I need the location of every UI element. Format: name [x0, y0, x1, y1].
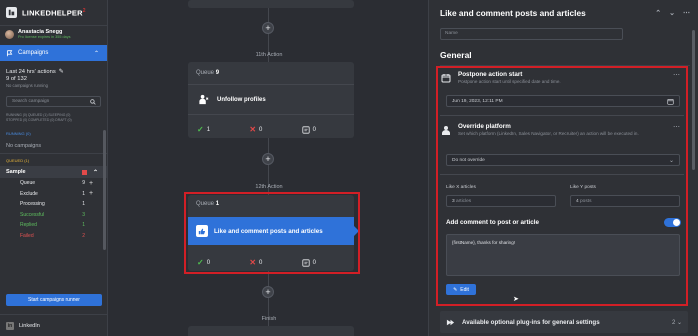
success-count[interactable]: ✓ 1: [197, 125, 249, 134]
action-title-row: Unfollow profiles: [188, 92, 354, 107]
action-result-counts: ✓ 1 ✕ 0 0: [188, 125, 354, 134]
chevron-up-icon[interactable]: ⌃: [93, 169, 98, 176]
add-action-button[interactable]: +: [262, 286, 274, 298]
plugins-label: Available optional plug-ins for general …: [462, 318, 600, 326]
start-campaigns-button[interactable]: Start campaigns runner: [6, 294, 102, 306]
search-placeholder: Search campaign: [12, 99, 50, 104]
list-item-successful[interactable]: Successful 3: [20, 210, 107, 221]
running-section-label: RUNNING (0): [6, 131, 31, 136]
linkedin-icon: in: [6, 321, 14, 330]
action-12-label: 12th Action: [255, 184, 283, 190]
chevron-up-icon[interactable]: ⌃: [655, 9, 661, 17]
logo-icon: [6, 7, 17, 18]
highlight-frame: [184, 192, 360, 274]
nav-campaigns[interactable]: Campaigns ⌃: [0, 45, 107, 61]
flag-icon: [6, 49, 13, 56]
highlight-frame: [436, 66, 688, 306]
sidebar: LINKEDHELPER2 Anastacia Snegg Pro licens…: [0, 0, 108, 336]
campaign-stage-list: Queue 9 + Exclude 1 + Processing 1 Successful…: [0, 178, 107, 241]
list-item-failed[interactable]: Failed 2: [20, 231, 107, 242]
more-icon[interactable]: ⋯: [683, 9, 690, 17]
queued-section-label: QUEUED (1): [6, 158, 30, 163]
plugins-accordion[interactable]: Available optional plug-ins for general …: [440, 311, 688, 333]
stats-count: 9 of 132: [6, 76, 27, 82]
list-item-processing[interactable]: Processing 1: [20, 199, 107, 210]
chevron-down-icon[interactable]: ⌄: [669, 9, 675, 17]
avatar: [5, 29, 14, 39]
edit-icon[interactable]: ✎: [59, 68, 64, 75]
reply-icon: [302, 125, 310, 134]
previous-action-card[interactable]: [188, 0, 354, 8]
panel-scrollbar[interactable]: [692, 30, 695, 170]
linkedin-label: LinkedIn: [19, 322, 40, 329]
stats-block: Last 24 hrs' actions ✎ 9 of 132 No campai…: [0, 61, 107, 89]
nav-campaigns-label: Campaigns: [18, 50, 49, 56]
action-card-unfollow[interactable]: Queue 9 Unfollow profiles ✓ 1 ✕ 0 0: [188, 62, 354, 138]
finish-label: Finish: [261, 316, 277, 322]
app-name: LINKEDHELPER2: [22, 7, 86, 18]
license-note: Pro license expires in 355 days: [18, 34, 71, 39]
add-icon[interactable]: +: [89, 180, 93, 187]
check-icon: ✓: [197, 125, 204, 134]
campaign-header[interactable]: Sample ⌃: [0, 166, 107, 178]
list-item-exclude[interactable]: Exclude 1 +: [20, 189, 107, 200]
no-campaigns-text: No campaigns: [0, 136, 107, 154]
list-item-replied[interactable]: Replied 1: [20, 220, 107, 231]
add-action-button[interactable]: +: [262, 153, 274, 165]
search-icon[interactable]: [90, 98, 96, 105]
campaign-name: Sample: [6, 169, 26, 175]
add-icon[interactable]: +: [89, 190, 93, 197]
finish-card[interactable]: [188, 326, 354, 336]
search-input[interactable]: Search campaign: [6, 96, 101, 107]
chevron-up-icon[interactable]: ⌃: [94, 50, 99, 57]
status-filters[interactable]: RUNNING (0) QUEUED (1) SLEEPING (0) STOP…: [0, 107, 107, 123]
plugin-icon: [446, 319, 455, 325]
app-logo-row: LINKEDHELPER2: [0, 0, 107, 26]
linkedin-account-row[interactable]: in LinkedIn: [0, 314, 108, 336]
action-title: Unfollow profiles: [217, 96, 266, 103]
replied-count[interactable]: 0: [302, 125, 354, 134]
stop-icon[interactable]: [81, 169, 87, 175]
add-action-button[interactable]: +: [262, 22, 274, 34]
action-11-label: 11th Action: [255, 52, 283, 58]
name-input[interactable]: Name: [440, 28, 623, 40]
panel-title: Like and comment posts and articles: [440, 8, 586, 18]
queue-count-line: Queue 9: [196, 70, 220, 76]
sidebar-scrollbar[interactable]: [103, 130, 106, 250]
list-item-queue[interactable]: Queue 9 +: [20, 178, 107, 189]
x-icon: ✕: [249, 125, 257, 134]
general-heading: General: [440, 50, 472, 60]
stats-sub: No campaigns running: [6, 83, 48, 88]
failed-count[interactable]: ✕ 0: [249, 125, 301, 134]
panel-header: Like and comment posts and articles ⌃ ⌄ …: [429, 0, 698, 26]
workflow-canvas[interactable]: + 11th Action Queue 9 Unfollow profiles …: [108, 0, 428, 336]
plugins-count: 2 ⌄: [671, 319, 682, 326]
unfollow-icon: [196, 92, 211, 107]
user-row[interactable]: Anastacia Snegg Pro license expires in 3…: [0, 26, 107, 42]
stats-title: Last 24 hrs' actions: [6, 68, 56, 75]
